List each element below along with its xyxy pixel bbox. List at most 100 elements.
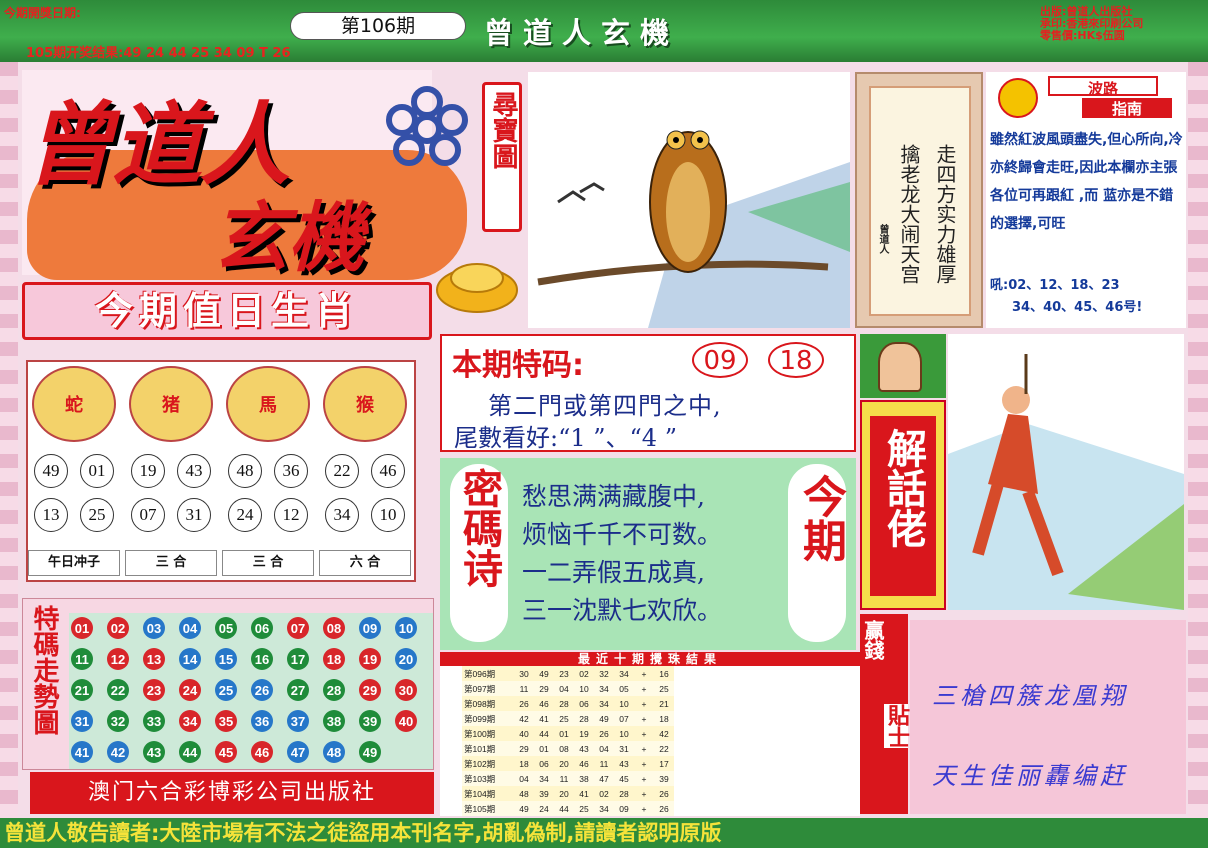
trend-ball: 41 [71,741,93,763]
trend-ball: 35 [215,710,237,732]
history-value: 10 [579,683,589,694]
zodiac-title-box: 今期值日生肖 [22,282,432,340]
zodiac-number: 49 [34,454,68,488]
trend-ball: 08 [323,617,345,639]
special-number-2: 18 [768,342,824,378]
history-value: 26 [599,728,609,739]
tips-box: 三槍四簇龙凰翔 天生佳丽轟编赶 [910,620,1186,814]
trend-ball: 42 [107,741,129,763]
poem-col2: 擒老龙大闹天宫 [897,144,921,284]
zodiac-number: 22 [325,454,359,488]
trend-ball: 39 [359,710,381,732]
trend-ball: 12 [107,648,129,670]
history-row: 第097期 11 29 04 10 34 05 +25 [462,681,674,696]
history-value: 26 [659,788,669,799]
jiehua-box: 解話佬 [860,400,946,610]
trend-ball: 28 [323,679,345,701]
zodiac-number: 19 [131,454,165,488]
guide-title1: 波路 [1048,76,1158,98]
trend-ball: 32 [107,710,129,732]
history-value: + [641,698,647,709]
history-value: 41 [539,713,549,724]
history-value: 01 [559,728,569,739]
history-value: 39 [539,788,549,799]
issue-badge: 第106期 [290,12,466,40]
history-row: 第098期 26 46 28 06 34 10 +21 [462,696,674,711]
history-value: 19 [579,728,589,739]
history-value: 46 [579,758,589,769]
trend-ball: 48 [323,741,345,763]
history-value: 28 [619,788,629,799]
history-value: 34 [599,683,609,694]
poem-col1: 走四方实力雄厚 [933,144,957,284]
history-value: 11 [559,773,569,784]
history-value: 20 [559,788,569,799]
history-value: 04 [599,743,609,754]
history-value: 02 [579,668,589,679]
trend-ball: 29 [359,679,381,701]
header-title: 曾道人玄機 [484,16,680,50]
logo-area: 曾道人 玄機 [22,70,468,282]
history-value: 06 [579,698,589,709]
zodiac-number: 46 [371,454,405,488]
zodiac-animal-3: 馬 [226,366,310,442]
history-value: 49 [539,668,549,679]
trend-ball: 31 [71,710,93,732]
trend-ball: 47 [287,741,309,763]
history-issue: 第104期 [464,788,496,799]
trend-ball: 24 [179,679,201,701]
trend-ball: 33 [143,710,165,732]
history-value: 04 [559,683,569,694]
history-value: 08 [559,743,569,754]
history-value: 44 [539,728,549,739]
zodiac-relation: 午日冲子 [28,550,120,576]
tips-label-b: 貼士 [884,704,909,748]
history-value: 25 [659,683,669,694]
trend-ball: 43 [143,741,165,763]
zodiac-title: 今期值日生肖 [94,289,359,333]
guide-nums2: 34、40、45、46号! [1012,300,1143,315]
scholar-illustration [860,334,946,398]
monk-illustration [948,334,1184,610]
mima-line: 一二弄假五成真, [522,558,705,587]
trend-ball: 27 [287,679,309,701]
right-border-decor [1188,62,1208,820]
guide-title2: 指南 [1082,98,1172,118]
poem-signature: 曾道人 [877,224,888,254]
trend-ball: 36 [251,710,273,732]
history-value: 49 [519,803,529,814]
history-row: 第103期 04 34 11 38 47 45 +39 [462,771,674,786]
history-value: 21 [659,698,669,709]
trend-ball: 40 [395,710,417,732]
yinyang-icon [998,78,1038,118]
trend-ball: 04 [179,617,201,639]
history-value: + [641,713,647,724]
trend-footer-box: 澳门六合彩博彩公司出版社 [30,772,434,814]
history-value: 34 [599,698,609,709]
zodiac-cells: 蛇 49 01 13 25 午日冲子 猪 19 43 07 31 三 合 馬 48 36 24 12 三 合 猴 22… [26,360,416,582]
history-issue: 第102期 [464,758,496,769]
history-value: 01 [539,743,549,754]
history-value: 38 [579,773,589,784]
history-value: 48 [519,788,529,799]
zodiac-number: 13 [34,498,68,532]
zodiac-number: 48 [228,454,262,488]
trend-ball: 25 [215,679,237,701]
trend-ball: 06 [251,617,273,639]
poem-box: 走四方实力雄厚 擒老龙大闹天宫 曾道人 [855,72,983,328]
history-issue: 第099期 [464,713,496,724]
trend-ball: 18 [323,648,345,670]
history-row: 第105期 49 24 44 25 34 09 +26 [462,801,674,816]
logo-line2: 玄機 [212,193,364,282]
history-row: 第104期 48 39 20 41 02 28 +26 [462,786,674,801]
trend-ball: 02 [107,617,129,639]
mima-line: 三一沈默七欢欣。 [522,596,723,625]
history-value: 02 [599,788,609,799]
history-value: 30 [519,668,529,679]
history-value: 34 [599,803,609,814]
special-line2: 第二門或第四門之中, [488,392,722,420]
mima-lines: 愁思满满藏腹中, 烦恼千千不可数。 一二弄假五成真, 三一沈默七欢欣。 [522,478,722,630]
gold-ingot-icon [436,263,518,313]
history-issue: 第097期 [464,683,496,694]
history-value: + [641,728,647,739]
